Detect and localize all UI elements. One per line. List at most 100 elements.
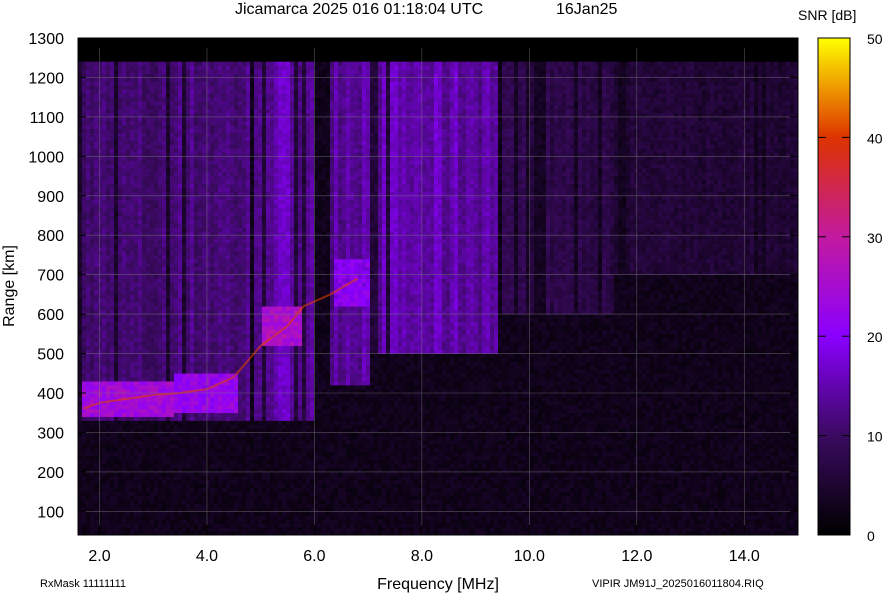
heatmap-cell bbox=[190, 479, 195, 485]
heatmap-cell bbox=[86, 361, 91, 366]
heatmap-cell bbox=[146, 247, 151, 252]
heatmap-cell bbox=[222, 491, 227, 496]
heatmap-cell bbox=[114, 499, 119, 504]
heatmap-cell bbox=[130, 377, 135, 382]
heatmap-cell bbox=[138, 381, 143, 386]
heatmap-cell bbox=[102, 164, 107, 169]
heatmap-cell bbox=[142, 503, 147, 508]
heatmap-cell bbox=[106, 349, 111, 354]
heatmap-cell bbox=[150, 479, 155, 485]
heatmap-cell bbox=[82, 381, 87, 386]
heatmap-cell bbox=[166, 156, 171, 161]
heatmap-cell bbox=[162, 93, 167, 98]
heatmap-cell bbox=[158, 207, 163, 212]
heatmap-cell bbox=[134, 377, 139, 382]
heatmap-cell bbox=[170, 400, 175, 406]
heatmap-cell bbox=[214, 456, 219, 461]
heatmap-cell bbox=[206, 400, 211, 406]
heatmap-cell bbox=[94, 105, 99, 110]
heatmap-cell bbox=[178, 511, 183, 516]
heatmap-cell bbox=[138, 483, 143, 488]
heatmap-cell bbox=[230, 314, 235, 319]
heatmap-cell bbox=[218, 495, 223, 500]
heatmap-cell bbox=[138, 109, 143, 114]
heatmap-cell bbox=[214, 440, 219, 445]
heatmap-cell bbox=[138, 357, 143, 362]
heatmap-cell bbox=[230, 527, 235, 532]
heatmap-cell bbox=[146, 219, 151, 224]
heatmap-cell bbox=[126, 199, 131, 204]
heatmap-cell bbox=[138, 389, 143, 394]
heatmap-cell bbox=[118, 101, 123, 106]
heatmap-cell bbox=[86, 160, 91, 165]
heatmap-cell bbox=[142, 258, 147, 264]
heatmap-cell bbox=[158, 183, 163, 189]
heatmap-cell bbox=[178, 424, 183, 429]
heatmap-cell bbox=[114, 325, 119, 331]
heatmap-cell bbox=[178, 215, 183, 220]
heatmap-cell bbox=[226, 432, 231, 437]
heatmap-cell bbox=[134, 495, 139, 500]
heatmap-cell bbox=[174, 258, 179, 264]
heatmap-cell bbox=[226, 464, 231, 469]
heatmap-cell bbox=[90, 479, 95, 485]
heatmap-cell bbox=[110, 404, 115, 410]
heatmap-cell bbox=[226, 191, 231, 197]
heatmap-cell bbox=[174, 116, 179, 122]
heatmap-cell bbox=[226, 164, 231, 169]
heatmap-cell bbox=[206, 318, 211, 323]
heatmap-cell bbox=[234, 444, 239, 449]
heatmap-cell bbox=[186, 180, 191, 185]
heatmap-cell bbox=[202, 152, 207, 157]
heatmap-cell bbox=[134, 211, 139, 216]
heatmap-cell bbox=[146, 424, 151, 429]
heatmap-cell bbox=[106, 101, 111, 106]
heatmap-cell bbox=[78, 385, 83, 390]
heatmap-cell bbox=[114, 329, 119, 335]
heatmap-cell bbox=[238, 180, 243, 185]
heatmap-cell bbox=[146, 318, 151, 323]
heatmap-cell bbox=[170, 191, 175, 197]
heatmap-cell bbox=[194, 211, 199, 216]
heatmap-cell bbox=[222, 254, 227, 260]
heatmap-cell bbox=[138, 247, 143, 252]
heatmap-cell bbox=[194, 187, 199, 193]
heatmap-cell bbox=[230, 282, 235, 287]
heatmap-cell bbox=[186, 239, 191, 244]
heatmap-cell bbox=[162, 527, 167, 532]
heatmap-cell bbox=[238, 385, 243, 390]
heatmap-cell bbox=[230, 361, 235, 366]
heatmap-cell bbox=[78, 180, 83, 185]
heatmap-cell bbox=[114, 191, 119, 197]
heatmap-cell bbox=[218, 89, 223, 94]
heatmap-cell bbox=[86, 341, 91, 346]
heatmap-cell bbox=[158, 444, 163, 449]
heatmap-cell bbox=[174, 176, 179, 181]
heatmap-cell bbox=[126, 152, 131, 157]
heatmap-cell bbox=[210, 527, 215, 532]
heatmap-cell bbox=[142, 341, 147, 346]
heatmap-cell bbox=[158, 278, 163, 283]
heatmap-cell bbox=[106, 152, 111, 157]
heatmap-cell bbox=[110, 519, 115, 524]
heatmap-cell bbox=[122, 491, 127, 496]
heatmap-cell bbox=[238, 286, 243, 291]
heatmap-cell bbox=[226, 527, 231, 532]
heatmap-cell bbox=[154, 73, 159, 78]
heatmap-cell bbox=[166, 140, 171, 145]
heatmap-cell bbox=[186, 262, 191, 268]
heatmap-cell bbox=[202, 322, 207, 327]
heatmap-cell bbox=[206, 243, 211, 248]
heatmap-cell bbox=[170, 333, 175, 339]
heatmap-cell bbox=[102, 432, 107, 437]
heatmap-cell bbox=[126, 183, 131, 189]
heatmap-cell bbox=[102, 329, 107, 335]
heatmap-cell bbox=[190, 187, 195, 193]
heatmap-cell bbox=[138, 172, 143, 177]
heatmap-cell bbox=[162, 519, 167, 524]
heatmap-cell bbox=[142, 448, 147, 453]
heatmap-cell bbox=[170, 436, 175, 441]
heatmap-cell bbox=[230, 199, 235, 204]
heatmap-cell bbox=[146, 365, 151, 370]
heatmap-cell bbox=[94, 93, 99, 98]
